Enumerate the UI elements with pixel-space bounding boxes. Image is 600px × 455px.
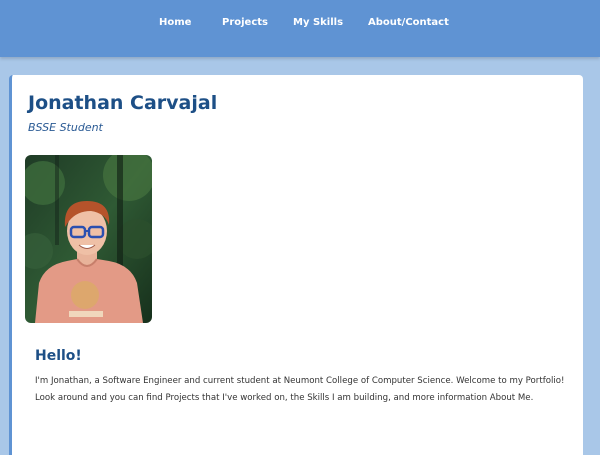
nav-link-about-contact[interactable]: About/Contact [368,17,449,28]
nav-link-my-skills[interactable]: My Skills [293,17,343,28]
top-navigation-bar: Home Projects My Skills About/Contact [0,0,600,57]
nav-link-projects[interactable]: Projects [222,17,268,28]
intro-paragraph: I'm Jonathan, a Software Engineer and cu… [35,376,565,403]
profile-subtitle: BSSE Student [28,121,103,134]
profile-photo [25,155,152,323]
profile-name: Jonathan Carvajal [28,92,218,114]
profile-photo-image [25,155,152,323]
nav-link-home[interactable]: Home [159,17,191,28]
profile-card: Jonathan Carvajal BSSE Student Hello! I'… [9,75,583,455]
hello-heading: Hello! [35,348,82,364]
